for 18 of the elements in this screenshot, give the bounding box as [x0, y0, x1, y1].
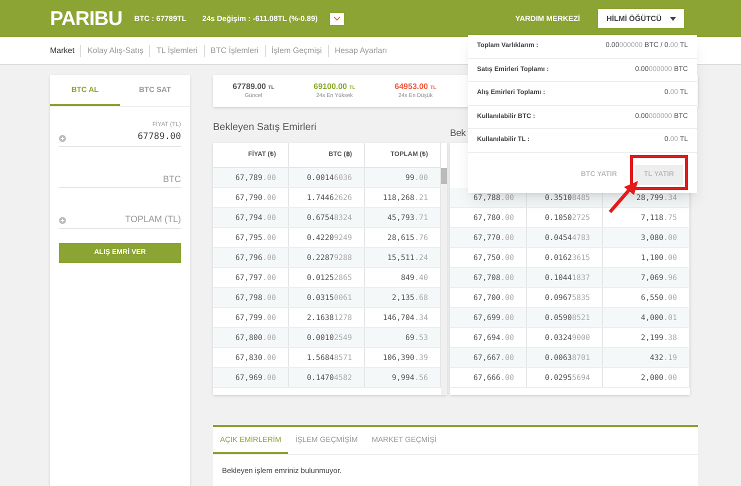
total-input[interactable]: TOPLAM (TL) [66, 213, 181, 227]
caret-icon [670, 16, 676, 20]
nav-link[interactable]: TL İşlemleri [149, 44, 204, 56]
nav-link[interactable]: Market [50, 44, 80, 56]
scrollbar[interactable] [441, 168, 447, 395]
section-title: Bekleyen Satış Emirleri [213, 121, 318, 135]
nav-link[interactable]: İşlem Geçmişi [264, 44, 328, 56]
dropdown-toggle[interactable] [330, 12, 344, 24]
nav-link[interactable]: Kolay Alış-Satış [80, 44, 150, 56]
amount-input[interactable]: BTC [59, 171, 181, 188]
plus-circle-icon[interactable] [59, 134, 66, 142]
nav-link[interactable]: Hesap Ayarları [328, 44, 394, 56]
section-title: Bek [450, 128, 466, 139]
logo[interactable]: PARIBU [50, 4, 122, 34]
plus-circle-icon[interactable] [59, 216, 66, 224]
nav-link[interactable]: BTC İşlemleri [204, 44, 265, 56]
chevron-down-icon [332, 16, 341, 21]
price-input[interactable]: 67789.00 [66, 131, 181, 145]
